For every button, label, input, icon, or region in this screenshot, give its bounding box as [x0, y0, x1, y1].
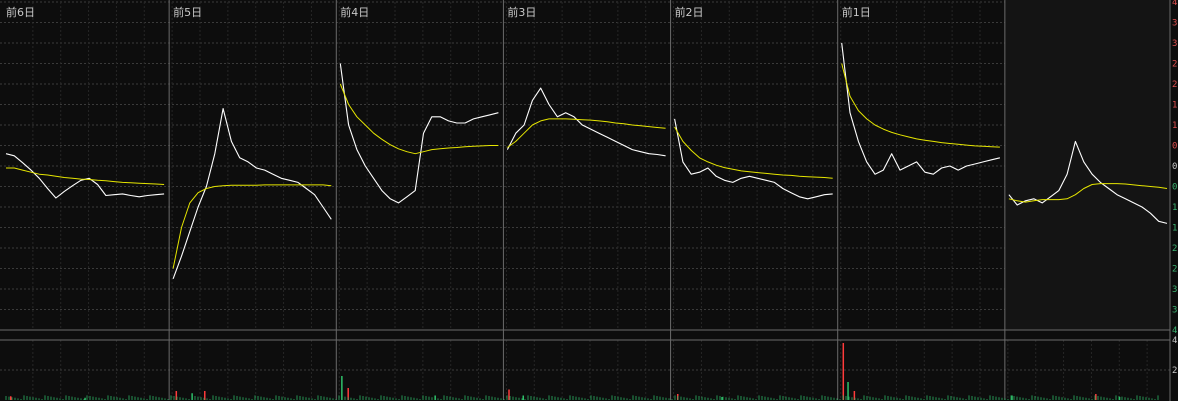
y-tick-label: 0	[1172, 162, 1177, 172]
price-line-day	[5, 153, 165, 199]
volume-tick-label: 2	[1172, 366, 1177, 376]
price-line-day	[841, 42, 1001, 175]
day-label: 前6日	[6, 5, 35, 19]
chart-canvas: 前6日 前5日 前4日 前3日 前2日 前1日 4332211000112233442	[0, 0, 1177, 401]
y-tick-label: 1	[1172, 224, 1177, 234]
y-tick-label: 0	[1172, 142, 1177, 152]
y-tick-label: 3	[1172, 306, 1177, 316]
y-tick-label: 4	[1172, 0, 1177, 8]
y-tick-label: 2	[1172, 80, 1177, 90]
y-axis-labels: 4332211000112233442	[1172, 0, 1177, 376]
y-tick-label: 0	[1172, 183, 1177, 193]
y-tick-label: 1	[1172, 121, 1177, 131]
y-tick-label: 1	[1172, 203, 1177, 213]
volume-tick-label: 4	[1172, 336, 1177, 346]
y-tick-label: 2	[1172, 265, 1177, 275]
day-label: 前5日	[173, 5, 202, 19]
price-lines	[5, 42, 1168, 279]
average-line-day	[172, 184, 332, 269]
y-tick-label: 4	[1172, 326, 1177, 336]
day-dividers	[0, 0, 1171, 401]
y-tick-label: 1	[1172, 101, 1177, 111]
average-line-day	[674, 126, 833, 179]
day-labels: 前6日 前5日 前4日 前3日 前2日 前1日	[6, 5, 871, 19]
y-tick-label: 3	[1172, 285, 1177, 295]
current-day-shade	[1004, 0, 1170, 330]
average-line-day	[507, 118, 666, 148]
y-tick-label: 2	[1172, 60, 1177, 70]
y-tick-label: 3	[1172, 39, 1177, 49]
y-tick-label: 3	[1172, 19, 1177, 29]
day-label: 前2日	[675, 5, 704, 19]
intraday-multi-day-chart: 前6日 前5日 前4日 前3日 前2日 前1日 4332211000112233442	[0, 0, 1178, 401]
volume-layer	[5, 343, 1159, 400]
day-label: 前1日	[842, 5, 871, 19]
day-label: 前3日	[507, 5, 536, 19]
y-tick-label: 2	[1172, 244, 1177, 254]
day-label: 前4日	[340, 5, 369, 19]
average-line-day	[6, 167, 165, 185]
average-line-day	[841, 63, 1000, 148]
